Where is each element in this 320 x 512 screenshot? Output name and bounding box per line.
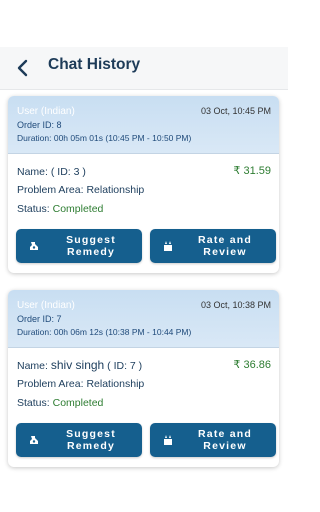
suggest-line2: Remedy: [66, 440, 116, 452]
problem-area: Problem Area: Relationship: [17, 378, 145, 390]
rate-review-button[interactable]: Rate and Review: [150, 229, 276, 263]
rate-line2: Review: [203, 440, 247, 452]
status-value: Completed: [52, 203, 104, 215]
order-date: 03 Oct, 10:45 PM: [200, 106, 271, 116]
suggest-line2: Remedy: [66, 246, 116, 258]
order-card-body: Name: ( ID: 3 ) ₹ 31.59 Problem Area: Re…: [8, 154, 279, 273]
rate-line1: Rate and: [198, 428, 252, 440]
remedy-icon: [30, 242, 38, 250]
order-card: User (Indian) 03 Oct, 10:38 PM Order ID:…: [8, 290, 279, 467]
order-card-body: Name: shiv singh ( ID: 7 ) ₹ 36.86 Probl…: [8, 348, 279, 467]
status-label: Status:: [17, 397, 50, 409]
status-row: Status: Completed: [17, 203, 103, 215]
order-card: User (Indian) 03 Oct, 10:45 PM Order ID:…: [8, 96, 279, 273]
review-icon: [164, 241, 172, 251]
status-label: Status:: [17, 203, 50, 215]
rate-line2: Review: [203, 246, 247, 258]
review-icon: [164, 435, 172, 445]
customer-id: ( ID: 7 ): [107, 360, 143, 372]
user-label: User (Indian): [17, 106, 75, 117]
order-card-header: User (Indian) 03 Oct, 10:38 PM Order ID:…: [8, 290, 279, 348]
suggest-remedy-button[interactable]: Suggest Remedy: [16, 423, 142, 457]
order-duration: Duration: 00h 06m 12s (10:38 PM - 10:44 …: [17, 327, 192, 337]
page-title: Chat History: [48, 56, 141, 73]
name-row: Name: ( ID: 3 ): [17, 164, 86, 178]
name-row: Name: shiv singh ( ID: 7 ): [17, 358, 142, 372]
back-arrow-icon[interactable]: [14, 57, 32, 79]
rate-review-button[interactable]: Rate and Review: [150, 423, 276, 457]
order-price: ₹ 31.59: [233, 165, 271, 177]
suggest-remedy-button[interactable]: Suggest Remedy: [16, 229, 142, 263]
remedy-icon: [30, 436, 38, 444]
app-header: Chat History: [0, 47, 288, 90]
problem-area: Problem Area: Relationship: [17, 184, 145, 196]
order-date: 03 Oct, 10:38 PM: [200, 300, 271, 310]
order-card-header: User (Indian) 03 Oct, 10:45 PM Order ID:…: [8, 96, 279, 154]
order-duration: Duration: 00h 05m 01s (10:45 PM - 10:50 …: [17, 133, 192, 143]
order-price: ₹ 36.86: [233, 359, 271, 371]
order-id: Order ID: 7: [17, 314, 62, 324]
status-row: Status: Completed: [17, 397, 103, 409]
name-label: Name:: [17, 166, 48, 178]
name-label: Name:: [17, 360, 48, 372]
status-value: Completed: [52, 397, 104, 409]
user-label: User (Indian): [17, 300, 75, 311]
customer-name: shiv singh: [50, 358, 105, 372]
suggest-line1: Suggest: [66, 428, 116, 440]
suggest-line1: Suggest: [66, 234, 116, 246]
customer-id: ( ID: 3 ): [50, 166, 86, 178]
order-id: Order ID: 8: [17, 120, 62, 130]
rate-line1: Rate and: [198, 234, 252, 246]
